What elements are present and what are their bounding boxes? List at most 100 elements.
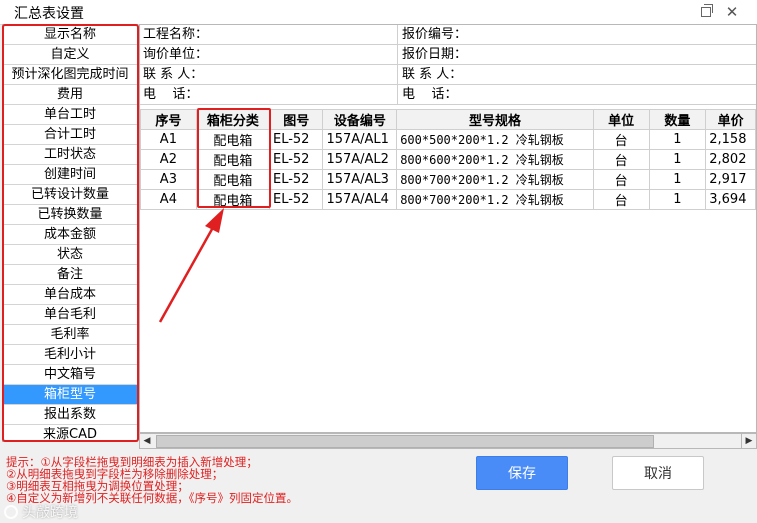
field-list[interactable]: 显示名称 自定义 预计深化图完成时间 费用 单台工时 合计工时 工时状态 创建时间 已转设计数量… bbox=[2, 24, 138, 442]
table-row: A3 配电箱 EL-52 157A/AL3 800*700*200*1.2 冷轧钢板台 1… bbox=[140, 169, 756, 190]
horizontal-scrollbar[interactable]: ◀ ▶ bbox=[139, 433, 757, 449]
save-button[interactable]: 保存 bbox=[476, 456, 568, 490]
field-list-item[interactable]: 箱柜型号 bbox=[3, 385, 137, 405]
table-cell: A3 bbox=[140, 169, 197, 190]
table-cell: 配电箱 bbox=[195, 169, 270, 190]
field-list-item[interactable]: 工时状态 bbox=[3, 145, 137, 165]
table-cell: 157A/AL1 bbox=[322, 129, 398, 150]
field-list-item[interactable]: 已转设计数量 bbox=[3, 185, 137, 205]
detail-table: 序号 箱柜分类 图号 设备编号 型号规格 单位 数量 单价 A1 配电箱 EL-52 157A/AL… bbox=[140, 109, 756, 210]
table-row: A1 配电箱 EL-52 157A/AL1 600*500*200*1.2 冷轧钢板台 1… bbox=[140, 129, 756, 150]
scroll-right-arrow[interactable]: ▶ bbox=[741, 434, 756, 448]
field-list-item[interactable]: 单台毛利 bbox=[3, 305, 137, 325]
field-list-item[interactable]: 已转换数量 bbox=[3, 205, 137, 225]
header-row: 联 系 人： 联 系 人： bbox=[140, 65, 756, 85]
table-row: A4 配电箱 EL-52 157A/AL4 800*700*200*1.2 冷轧钢板台 1… bbox=[140, 189, 756, 210]
field-list-item[interactable]: 状态 bbox=[3, 245, 137, 265]
table-cell: 2,917 bbox=[705, 169, 756, 190]
table-cell: A1 bbox=[140, 129, 197, 150]
column-header[interactable]: 型号规格 bbox=[396, 109, 594, 130]
field-list-item[interactable]: 中文箱号 bbox=[3, 365, 137, 385]
table-cell: 800*700*200*1.2 冷轧钢板 bbox=[396, 169, 594, 190]
contact-label-left: 联 系 人： bbox=[143, 67, 204, 82]
cancel-button[interactable]: 取消 bbox=[612, 456, 704, 490]
title-bar: 汇总表设置 ✕ bbox=[0, 0, 757, 25]
table-cell: EL-52 bbox=[268, 169, 324, 190]
table-cell: EL-52 bbox=[268, 149, 324, 170]
phone-label-left: 电 话： bbox=[143, 87, 199, 102]
window-title: 汇总表设置 bbox=[14, 6, 84, 22]
table-cell: 1 bbox=[648, 169, 707, 190]
column-header[interactable]: 设备编号 bbox=[322, 109, 398, 130]
table-cell: 台 bbox=[592, 189, 650, 210]
table-cell: A2 bbox=[140, 149, 197, 170]
table-cell: EL-52 bbox=[268, 129, 324, 150]
table-cell: 600*500*200*1.2 冷轧钢板 bbox=[396, 129, 594, 150]
field-list-item[interactable]: 毛利小计 bbox=[3, 345, 137, 365]
detail-preview[interactable]: 工程名称： 报价编号： 询价单位： 报价日期： 联 系 人： 联 系 人： 电 … bbox=[139, 24, 757, 433]
table-cell: 配电箱 bbox=[195, 189, 270, 210]
scroll-thumb[interactable] bbox=[156, 435, 654, 448]
column-header[interactable]: 序号 bbox=[140, 109, 197, 130]
table-cell: 台 bbox=[592, 169, 650, 190]
quote-date-label: 报价日期： bbox=[402, 47, 468, 62]
field-list-item[interactable]: 备注 bbox=[3, 265, 137, 285]
close-icon: ✕ bbox=[725, 3, 739, 21]
inquiry-unit-label: 询价单位： bbox=[143, 47, 209, 62]
table-cell: 台 bbox=[592, 129, 650, 150]
field-list-item[interactable]: 预计深化图完成时间 bbox=[3, 65, 137, 85]
field-list-item[interactable]: 单台成本 bbox=[3, 285, 137, 305]
field-list-item[interactable]: 自定义 bbox=[3, 45, 137, 65]
table-cell: 3,694 bbox=[705, 189, 756, 210]
header-divider bbox=[397, 25, 398, 105]
triangle-right-icon: ▶ bbox=[745, 436, 753, 446]
table-cell: 157A/AL3 bbox=[322, 169, 398, 190]
contact-label-right: 联 系 人： bbox=[402, 67, 463, 82]
table-header-row: 序号 箱柜分类 图号 设备编号 型号规格 单位 数量 单价 bbox=[140, 109, 756, 130]
watermark-text: 头敲跨境 bbox=[22, 505, 78, 521]
watermark-logo-icon bbox=[4, 505, 18, 519]
field-list-item[interactable]: 报出系数 bbox=[3, 405, 137, 425]
project-name-label: 工程名称： bbox=[143, 27, 209, 42]
column-header[interactable]: 单位 bbox=[592, 109, 650, 130]
table-cell: 1 bbox=[648, 129, 707, 150]
table-cell: 157A/AL2 bbox=[322, 149, 398, 170]
table-cell: EL-52 bbox=[268, 189, 324, 210]
table-cell: 800*700*200*1.2 冷轧钢板 bbox=[396, 189, 594, 210]
header-row: 电 话： 电 话： bbox=[140, 85, 756, 105]
header-row: 询价单位： 报价日期： bbox=[140, 45, 756, 65]
scroll-left-arrow[interactable]: ◀ bbox=[140, 434, 154, 448]
field-list-item[interactable]: 显示名称 bbox=[3, 25, 137, 45]
quote-no-label: 报价编号： bbox=[402, 27, 468, 42]
table-cell: 800*600*200*1.2 冷轧钢板 bbox=[396, 149, 594, 170]
triangle-left-icon: ◀ bbox=[143, 436, 151, 446]
column-header[interactable]: 数量 bbox=[648, 109, 707, 130]
column-header[interactable]: 单价 bbox=[705, 109, 756, 130]
tips-text: 提示：①从字段栏拖曳到明细表为插入新增处理； ②从明细表拖曳到字段栏为移除删除处理… bbox=[6, 456, 406, 504]
field-list-item[interactable]: 单台工时 bbox=[3, 105, 137, 125]
field-list-item[interactable]: 成本金额 bbox=[3, 225, 137, 245]
restore-button[interactable] bbox=[696, 2, 716, 22]
close-button[interactable]: ✕ bbox=[722, 2, 742, 22]
column-header[interactable]: 图号 bbox=[268, 109, 324, 130]
table-cell: 1 bbox=[648, 149, 707, 170]
field-list-item[interactable]: 毛利率 bbox=[3, 325, 137, 345]
table-cell: 1 bbox=[648, 189, 707, 210]
field-list-item[interactable]: 来源CAD bbox=[3, 425, 137, 441]
field-list-item[interactable]: 合计工时 bbox=[3, 125, 137, 145]
table-cell: 配电箱 bbox=[195, 149, 270, 170]
restore-icon bbox=[701, 4, 713, 17]
table-cell: A4 bbox=[140, 189, 197, 210]
phone-label-right: 电 话： bbox=[402, 87, 458, 102]
table-cell: 2,158 bbox=[705, 129, 756, 150]
table-row: A2 配电箱 EL-52 157A/AL2 800*600*200*1.2 冷轧钢板台 1… bbox=[140, 149, 756, 170]
header-row: 工程名称： 报价编号： bbox=[140, 25, 756, 45]
table-cell: 2,802 bbox=[705, 149, 756, 170]
table-cell: 台 bbox=[592, 149, 650, 170]
table-cell: 157A/AL4 bbox=[322, 189, 398, 210]
column-header[interactable]: 箱柜分类 bbox=[195, 109, 270, 130]
field-list-item[interactable]: 创建时间 bbox=[3, 165, 137, 185]
watermark: 头敲跨境 bbox=[4, 502, 78, 522]
table-cell: 配电箱 bbox=[195, 129, 270, 150]
field-list-item[interactable]: 费用 bbox=[3, 85, 137, 105]
